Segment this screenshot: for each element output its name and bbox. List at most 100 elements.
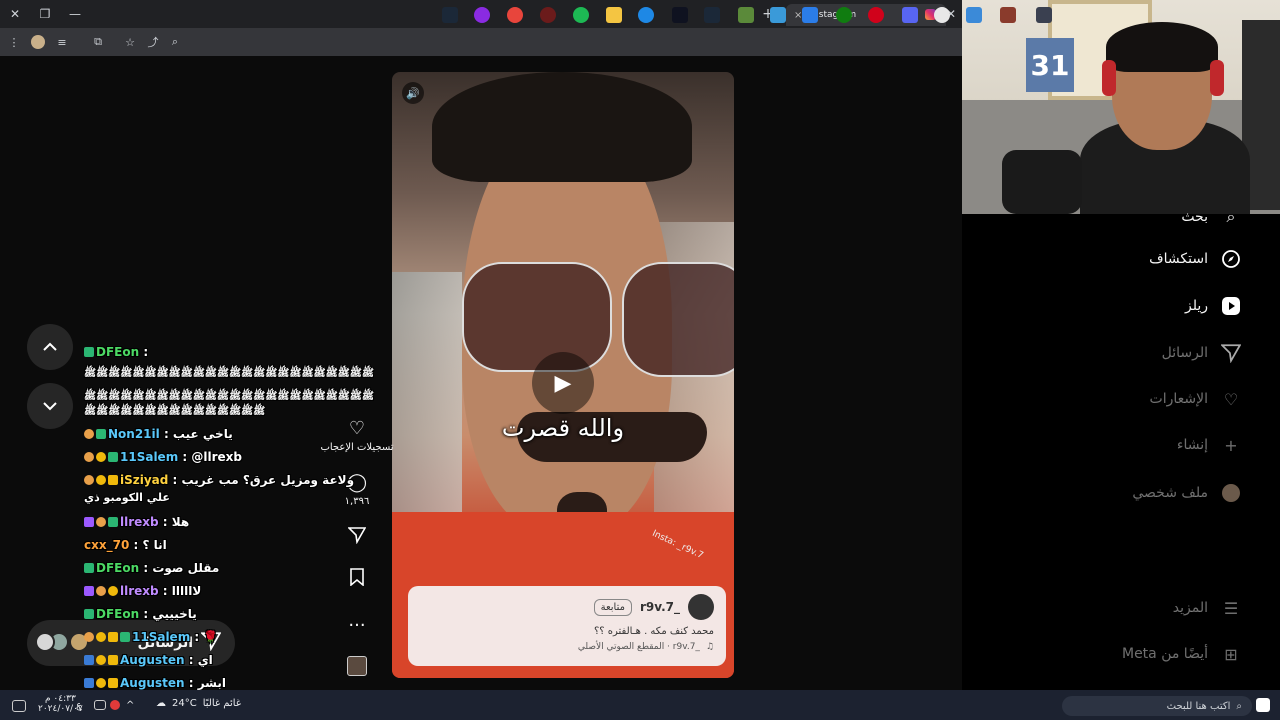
next-reel-button[interactable]	[27, 383, 73, 429]
screen: ✕ ❐ — + × Instagram ✕ ⋮ ≡ ⧉ ☆ ⤴ ⌕ 🔊 ▶ وا…	[0, 0, 1280, 720]
reel-audio[interactable]: ♫ _r9v.7 · المقطع الصوتي الأصلي	[420, 642, 714, 652]
play-button[interactable]: ▶	[532, 352, 594, 414]
steam-icon[interactable]	[442, 7, 458, 23]
bookmark-star-icon[interactable]: ☆	[122, 34, 138, 50]
notification-icon[interactable]	[12, 700, 26, 712]
network-icon[interactable]	[94, 700, 106, 710]
reel-video[interactable]: 🔊 ▶ والله قصرت Insta: _r9v.7 _r9v.7 متاب…	[392, 72, 734, 678]
chat-message: DFEon : ياخيييي	[84, 607, 197, 621]
discord-icon[interactable]	[902, 7, 918, 23]
reel-description[interactable]: محمد كنف مكه . هـالفتره ؟؟	[420, 626, 714, 637]
file-explorer-icon[interactable]	[606, 7, 622, 23]
steam-icon[interactable]	[704, 7, 720, 23]
app-icon[interactable]	[474, 7, 490, 23]
reels-icon	[1220, 295, 1242, 317]
audio-label: _r9v.7 · المقطع الصوتي الأصلي	[577, 642, 700, 652]
sidebar-item-more[interactable]: ☰ المزيد	[1173, 597, 1242, 619]
sidebar-item-label: ريلز	[1184, 298, 1208, 314]
sidebar-item-messages[interactable]: الرسائل	[1162, 342, 1242, 364]
microphone-icon	[1002, 150, 1082, 214]
likes-label[interactable]: تسجيلات الإعجاب	[315, 442, 399, 453]
sidebar-item-explore[interactable]: استكشاف	[1149, 248, 1242, 270]
settings-icon[interactable]	[934, 7, 950, 23]
chat-message: Augusten : ابشر	[84, 676, 226, 690]
browser-toolbar: ⋮ ≡ ⧉ ☆ ⤴ ⌕	[0, 28, 962, 56]
sidebar-item-search[interactable]: ⌕ بحث	[1181, 206, 1242, 228]
sidebar-item-label: ملف شخصي	[1132, 485, 1208, 501]
reel-info-card: _r9v.7 متابعة محمد كنف مكه . هـالفتره ؟؟…	[408, 586, 726, 666]
sidebar-item-create[interactable]: + إنشاء	[1177, 434, 1242, 456]
app-icon[interactable]	[868, 7, 884, 23]
search-icon: ⌕	[1226, 207, 1236, 226]
volume-icon[interactable]: 🔊	[402, 82, 424, 104]
sidebar-item-reels[interactable]: ريلز	[1185, 295, 1242, 317]
taskbar-weather[interactable]: غائم غالبًا 24°C ☁	[156, 698, 241, 709]
task-view-icon[interactable]	[1036, 7, 1052, 23]
windows-start-icon[interactable]	[1256, 698, 1270, 712]
store-icon[interactable]	[802, 7, 818, 23]
app-icon[interactable]	[672, 7, 688, 23]
follow-button[interactable]: متابعة	[593, 598, 632, 616]
sidebar-item-profile[interactable]: ملف شخصي	[1132, 482, 1242, 504]
taskbar-clock[interactable]: ٠٤:٣٣ م ٢٠٢٤/٠٧/٠٧	[38, 694, 83, 714]
zoom-icon[interactable]: ⌕	[167, 34, 183, 50]
grid-icon: ⊞	[1224, 644, 1238, 664]
reading-list-icon[interactable]: ≡	[54, 34, 70, 50]
audio-thumbnail[interactable]	[347, 656, 367, 676]
save-button[interactable]	[345, 568, 369, 591]
edge-icon[interactable]	[638, 7, 654, 23]
taskbar-search-input[interactable]: ⌕ اكتب هنا للبحث	[1062, 696, 1252, 716]
window-minimize-icon[interactable]: —	[66, 5, 84, 23]
sunglasses-left-lens	[462, 262, 612, 372]
chat-message: llrexb : لاااااا	[84, 584, 201, 598]
share-button[interactable]	[345, 526, 369, 549]
sidebar-item-meta[interactable]: ⊞ أيضًا من Meta	[1122, 643, 1242, 665]
headset-icon	[1210, 60, 1224, 96]
sunglasses-right-lens	[622, 262, 734, 377]
tray-icon[interactable]	[110, 700, 120, 710]
minecraft-icon[interactable]	[738, 7, 754, 23]
profile-avatar[interactable]	[30, 34, 46, 50]
like-button[interactable]: ♡ تسجيلات الإعجاب	[315, 418, 399, 453]
sidebar-item-notifications[interactable]: ♡ الإشعارات	[1150, 388, 1242, 410]
plus-icon: +	[1224, 435, 1238, 455]
chat-message: ﷺﷺﷺﷺﷺﷺﷺﷺﷺﷺﷺﷺﷺﷺﷺﷺﷺﷺﷺﷺﷺﷺﷺﷺ	[84, 391, 374, 402]
app-icon[interactable]	[770, 7, 786, 23]
xbox-icon[interactable]	[836, 7, 852, 23]
cloud-icon: ☁	[156, 698, 166, 709]
chat-message: DFEon :	[84, 345, 148, 359]
heart-icon: ♡	[1223, 389, 1239, 409]
sidebar-item-label: إنشاء	[1176, 437, 1208, 453]
sidebar-item-label: الإشعارات	[1149, 391, 1208, 407]
chat-message: ﷺﷺﷺﷺﷺﷺﷺﷺﷺﷺﷺﷺﷺﷺﷺ	[84, 406, 266, 417]
app-icon[interactable]	[540, 7, 556, 23]
chat-message: DFEon : مقلل صوت	[84, 561, 219, 575]
app-icon[interactable]	[966, 7, 982, 23]
more-options-button[interactable]: ...	[345, 610, 369, 631]
chat-message: llrexb : هلا	[84, 515, 189, 529]
menu-icon: ☰	[1223, 598, 1239, 618]
weather-desc: غائم غالبًا	[202, 698, 241, 709]
video-person-hair	[432, 72, 692, 182]
previous-reel-button[interactable]	[27, 324, 73, 370]
tray-chevron-icon[interactable]: ^	[126, 700, 138, 712]
webcam-person-hair	[1106, 22, 1218, 72]
sidebar-item-label: الرسائل	[1161, 345, 1208, 361]
extensions-icon[interactable]: ⧉	[90, 34, 106, 50]
spotify-icon[interactable]	[573, 7, 589, 23]
comments-count: ١,٣٩٦	[344, 496, 370, 507]
chat-message: 11Salem : @llrexb	[84, 450, 242, 464]
kebab-menu-icon[interactable]: ⋮	[6, 34, 22, 50]
author-avatar[interactable]	[688, 594, 714, 620]
search-icon: ⌕	[1236, 700, 1242, 712]
window-close-icon[interactable]: ✕	[6, 5, 24, 23]
avatar	[35, 632, 55, 652]
window-restore-icon[interactable]: ❐	[36, 5, 54, 23]
chrome-icon[interactable]	[507, 7, 523, 23]
chat-message: 11Salem : 🌹	[84, 630, 218, 644]
author-username[interactable]: _r9v.7	[640, 600, 680, 614]
compass-icon	[1220, 248, 1242, 270]
send-icon	[1220, 342, 1242, 364]
share-icon[interactable]: ⤴	[145, 34, 161, 50]
app-icon[interactable]	[1000, 7, 1016, 23]
